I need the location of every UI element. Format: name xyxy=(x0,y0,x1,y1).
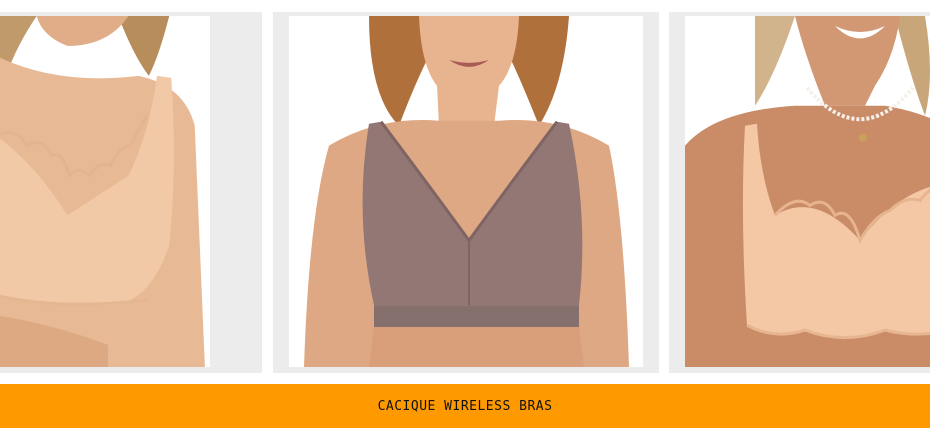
category-link[interactable]: CACIQUE WIRELESS BRAS xyxy=(378,399,553,414)
product-card[interactable] xyxy=(0,12,262,373)
product-card[interactable] xyxy=(669,12,930,373)
product-card[interactable] xyxy=(273,12,659,373)
product-photo-nude-scalloped-bra-pearls[interactable] xyxy=(685,16,930,367)
product-photo-mauve-v-neck-bra[interactable] xyxy=(289,16,643,367)
product-photo-nude-scalloped-bra[interactable] xyxy=(0,16,210,367)
product-carousel xyxy=(0,0,930,384)
category-banner[interactable]: CACIQUE WIRELESS BRAS xyxy=(0,384,930,428)
